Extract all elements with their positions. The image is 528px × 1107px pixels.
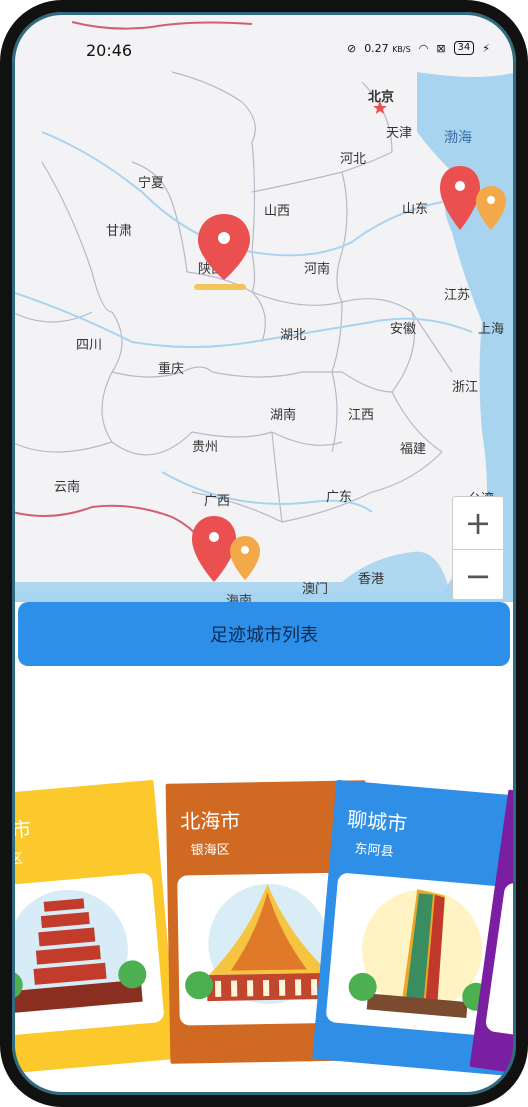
province-label: 北京	[368, 90, 395, 105]
card-district: 东阿县	[353, 841, 395, 861]
zoom-out-button[interactable]: −	[453, 549, 503, 601]
footprint-map[interactable]: 宁夏 甘肃 陕西 山西 河北 北京 天津 山东 河南 江苏 上海 安徽 湖北 四…	[12, 12, 516, 602]
zoom-in-button[interactable]: +	[453, 497, 503, 549]
province-label: 广东	[326, 490, 353, 505]
province-label: 湖南	[270, 408, 297, 423]
wifi-icon: ◠	[418, 41, 429, 55]
network-speed-unit: KB/S	[392, 44, 411, 54]
card-city: 西安市	[12, 816, 33, 846]
province-label: 山西	[264, 204, 291, 219]
province-label: 重庆	[158, 362, 185, 377]
province-label: 澳门	[302, 582, 329, 597]
card-city: 北海市	[180, 808, 241, 834]
province-label: 河北	[340, 152, 367, 167]
network-speed: 0.27 KB/S	[364, 42, 411, 55]
province-label: 香港	[358, 572, 385, 587]
province-label: 江西	[348, 408, 375, 423]
province-label: 海南	[226, 594, 253, 602]
map-pin-icon[interactable]	[196, 212, 252, 282]
province-label: 山东	[402, 202, 429, 217]
province-label: 河南	[304, 262, 331, 277]
province-label: 安徽	[390, 322, 417, 337]
province-label: 宁夏	[138, 176, 165, 191]
footprint-city-list-button[interactable]: 足迹城市列表	[18, 602, 510, 666]
card-district: 银海区	[190, 842, 230, 859]
province-label: 甘肃	[106, 224, 133, 239]
province-label: 贵州	[192, 440, 219, 455]
mute-icon: ⊘	[346, 41, 357, 55]
card-city: 聊城市	[346, 806, 409, 837]
battery-icon: 34	[453, 41, 475, 55]
city-card-carousel[interactable]: 西安市 未央区 北海市 银海区 聊城市 东阿县	[12, 752, 516, 1095]
card-district: 未央区	[12, 851, 24, 870]
province-label: 广西	[204, 494, 231, 509]
province-label: 福建	[400, 442, 427, 457]
province-label: 上海	[478, 322, 505, 337]
map-canvas	[12, 21, 516, 602]
map-pin-icon[interactable]	[228, 534, 262, 582]
pagoda-icon	[12, 872, 165, 1038]
province-label: 浙江	[452, 380, 479, 395]
network-speed-value: 0.27	[364, 41, 389, 55]
zoom-control: + −	[452, 496, 504, 600]
city-card[interactable]: 西安市 未央区	[12, 779, 178, 1077]
map-pin-icon[interactable]	[474, 184, 508, 232]
app-screen: 宁夏 甘肃 陕西 山西 河北 北京 天津 山东 河南 江苏 上海 安徽 湖北 四…	[12, 12, 516, 1095]
status-icons: ⊘ 0.27 KB/S ◠ ⊠ 34 ⚡	[347, 41, 490, 55]
province-label: 湖北	[280, 328, 307, 343]
status-time: 20:46	[86, 41, 133, 60]
province-label: 四川	[76, 338, 103, 353]
sea-label: 渤海	[444, 130, 472, 146]
sim-icon: ⊠	[436, 41, 446, 55]
province-label: 云南	[54, 480, 81, 495]
charging-icon: ⚡	[482, 41, 490, 55]
province-label: 江苏	[444, 288, 471, 303]
province-label: 天津	[386, 126, 413, 141]
